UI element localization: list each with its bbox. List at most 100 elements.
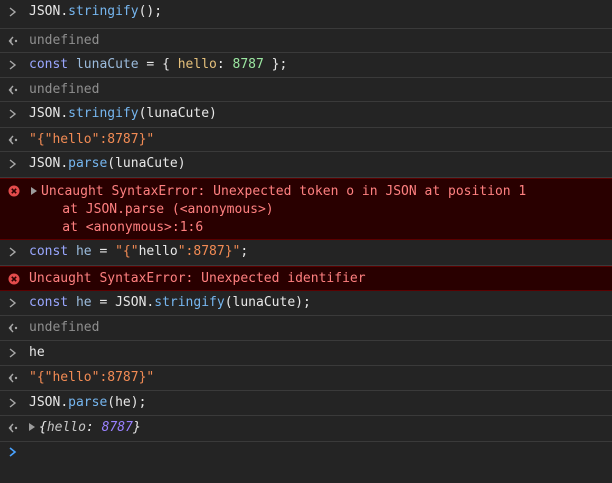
- code-token: ;: [240, 244, 249, 259]
- code-token: = {: [138, 57, 178, 72]
- result-arrow-icon: [8, 29, 22, 53]
- error-icon: [8, 179, 22, 203]
- code-token: JSON: [29, 4, 61, 19]
- devtools-console: JSON.stringify(); undefined const lunaCute…: [0, 0, 612, 483]
- input-chevron-icon: [8, 341, 22, 365]
- console-input-row[interactable]: const he = JSON.stringify(lunaCute);: [0, 291, 612, 316]
- result-arrow-icon: [8, 316, 22, 340]
- code-token: const: [29, 295, 76, 310]
- code-token: ();: [138, 4, 163, 19]
- error-headline[interactable]: Uncaught SyntaxError: Unexpected identif…: [29, 270, 366, 288]
- code-token: };: [263, 57, 288, 72]
- console-code: he: [29, 341, 45, 365]
- code-token: }: [132, 420, 141, 435]
- expand-triangle-icon[interactable]: [29, 423, 35, 431]
- code-token: stringify: [154, 295, 225, 310]
- console-code: const he = "{"hello":8787}";: [29, 240, 248, 264]
- console-error-row[interactable]: Uncaught SyntaxError: Unexpected identif…: [0, 266, 612, 291]
- result-arrow-icon: [8, 78, 22, 102]
- code-token: const: [29, 57, 76, 72]
- error-icon: [8, 267, 22, 291]
- console-result-row[interactable]: {hello: 8787}: [0, 416, 612, 442]
- result-arrow-icon: [8, 416, 22, 440]
- console-input-row[interactable]: JSON.stringify();: [0, 0, 612, 29]
- code-token: stringify: [68, 4, 139, 19]
- error-text: Uncaught SyntaxError: Unexpected identif…: [29, 271, 366, 286]
- stack-frame: at JSON.parse (<anonymous>): [31, 201, 526, 219]
- code-token: hello: [138, 244, 178, 259]
- console-result-row[interactable]: "{"hello":8787}": [0, 366, 612, 391]
- console-input-row[interactable]: const lunaCute = { hello: 8787 };: [0, 53, 612, 78]
- result-value: undefined: [29, 33, 100, 48]
- code-token: .: [60, 106, 69, 121]
- code-token: JSON: [29, 395, 61, 410]
- input-chevron-icon: [8, 102, 22, 126]
- input-chevron-icon: [8, 152, 22, 176]
- code-token: .: [60, 395, 69, 410]
- console-error-row[interactable]: Uncaught SyntaxError: Unexpected token o…: [0, 178, 612, 240]
- result-value: undefined: [29, 320, 100, 335]
- error-text: at JSON.parse (<anonymous>): [31, 202, 274, 217]
- console-result-row[interactable]: undefined: [0, 29, 612, 53]
- code-token: JSON: [29, 156, 61, 171]
- code-token: 8787: [101, 420, 133, 435]
- console-code: const lunaCute = { hello: 8787 };: [29, 53, 287, 77]
- error-message: Uncaught SyntaxError: Unexpected identif…: [29, 270, 366, 288]
- code-token: stringify: [68, 106, 139, 121]
- console-input-row[interactable]: JSON.parse(lunaCute): [0, 152, 612, 178]
- error-text: Uncaught SyntaxError: Unexpected token o…: [41, 184, 527, 199]
- code-token: :: [216, 57, 233, 72]
- console-input-row[interactable]: he: [0, 341, 612, 366]
- code-token: (lunaCute);: [224, 295, 311, 310]
- code-token: =: [91, 244, 116, 259]
- code-token: ":8787}": [177, 244, 241, 259]
- input-chevron-icon: [8, 53, 22, 77]
- error-headline[interactable]: Uncaught SyntaxError: Unexpected token o…: [31, 183, 526, 201]
- expand-triangle-icon[interactable]: [31, 187, 37, 195]
- console-result-row[interactable]: undefined: [0, 316, 612, 341]
- code-token: he: [29, 345, 45, 360]
- result-value: undefined: [29, 82, 100, 97]
- console-prompt[interactable]: [0, 442, 612, 483]
- code-token: 8787: [232, 57, 264, 72]
- console-code: const he = JSON.stringify(lunaCute);: [29, 291, 311, 315]
- code-token: .: [60, 4, 69, 19]
- result-arrow-icon: [8, 366, 22, 390]
- console-result-row[interactable]: "{"hello":8787}": [0, 128, 612, 152]
- error-text: at <anonymous>:1:6: [31, 220, 204, 235]
- code-token: {: [39, 420, 47, 435]
- input-chevron-icon: [8, 391, 22, 415]
- code-token: hello: [177, 57, 217, 72]
- input-chevron-icon: [8, 240, 22, 264]
- result-string: "{"hello":8787}": [29, 370, 155, 385]
- code-token: parse: [68, 395, 108, 410]
- code-token: (he);: [107, 395, 147, 410]
- stack-frame: at <anonymous>:1:6: [31, 219, 526, 237]
- code-token: :: [85, 420, 102, 435]
- code-token: parse: [68, 156, 108, 171]
- code-token: const: [29, 244, 76, 259]
- input-chevron-icon: [8, 291, 22, 315]
- input-chevron-icon: [8, 0, 22, 24]
- code-token: =: [91, 295, 116, 310]
- console-result-row[interactable]: undefined: [0, 78, 612, 102]
- result-arrow-icon: [8, 128, 22, 152]
- console-code: JSON.stringify(lunaCute): [29, 102, 217, 126]
- object-preview: {hello: 8787}: [29, 416, 141, 440]
- code-token: lunaCute: [75, 57, 139, 72]
- console-code: JSON.parse(he);: [29, 391, 146, 415]
- console-code: JSON.parse(lunaCute): [29, 152, 186, 176]
- code-token: (lunaCute): [138, 106, 217, 121]
- console-input-row[interactable]: JSON.stringify(lunaCute): [0, 102, 612, 128]
- code-token: .: [60, 156, 69, 171]
- code-token: he: [75, 244, 92, 259]
- console-input-row[interactable]: JSON.parse(he);: [0, 391, 612, 416]
- code-token: JSON: [115, 295, 147, 310]
- code-token: "{": [115, 244, 139, 259]
- code-token: he: [75, 295, 92, 310]
- result-string: "{"hello":8787}": [29, 132, 155, 147]
- error-message: Uncaught SyntaxError: Unexpected token o…: [31, 183, 526, 237]
- console-input-row[interactable]: const he = "{"hello":8787}";: [0, 240, 612, 266]
- code-token: hello: [46, 420, 86, 435]
- prompt-chevron-icon: [8, 446, 18, 462]
